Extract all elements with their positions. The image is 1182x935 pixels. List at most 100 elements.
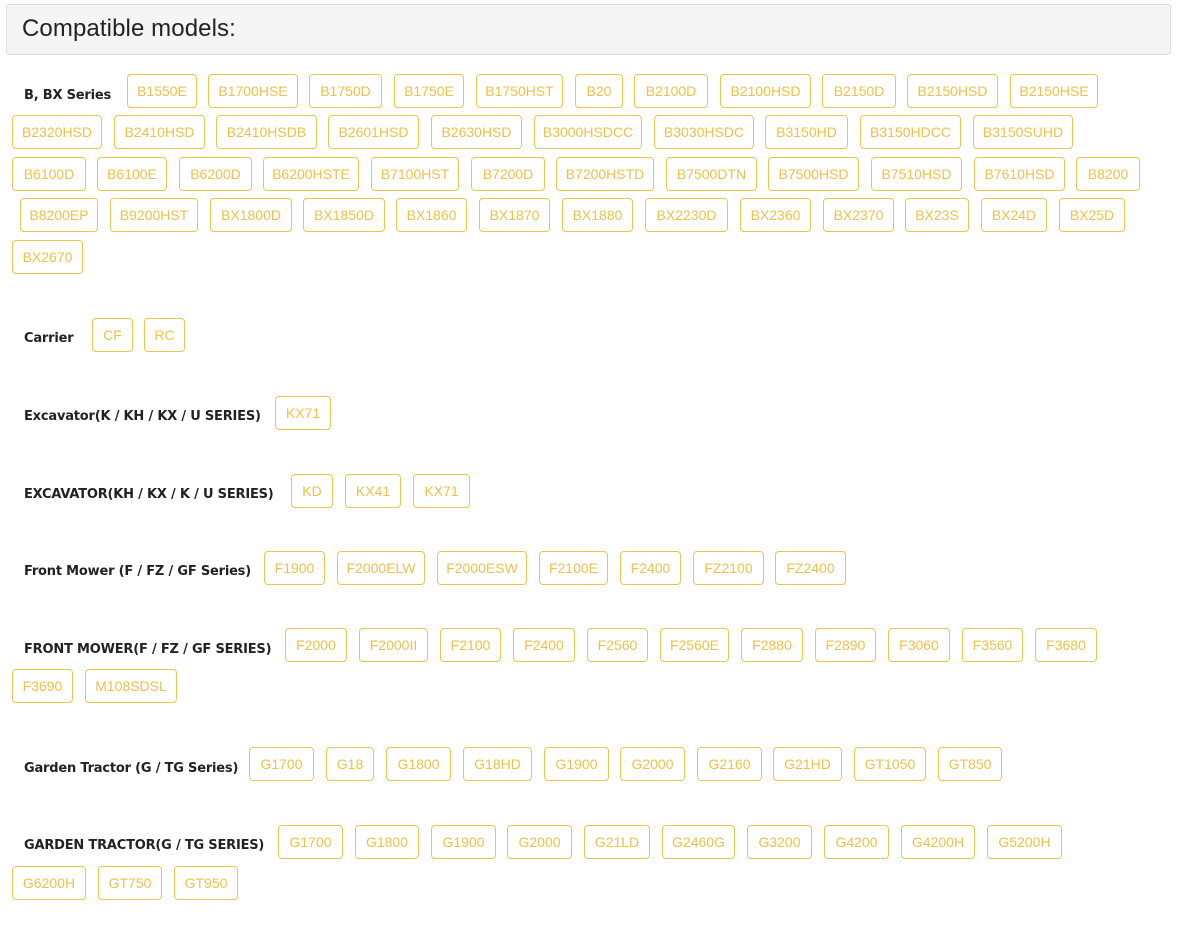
model-tag[interactable]: F2100E: [539, 551, 608, 585]
group-label-front-mower-upper: FRONT MOWER(F / FZ / GF SERIES): [24, 642, 272, 657]
model-tag[interactable]: F3060: [888, 628, 950, 662]
model-tag[interactable]: BX1860: [396, 198, 467, 232]
model-tag[interactable]: M108SDSL: [85, 669, 177, 703]
model-tag[interactable]: B2320HSD: [12, 115, 102, 149]
model-tag[interactable]: G4200H: [901, 825, 975, 859]
model-tag[interactable]: B3150HD: [765, 115, 848, 149]
model-tag[interactable]: F2880: [741, 628, 803, 662]
model-tag[interactable]: BX2670: [12, 240, 83, 274]
model-tag[interactable]: B6200HSTE: [263, 157, 359, 191]
model-tag[interactable]: F2000ESW: [437, 551, 527, 585]
model-tag[interactable]: GT750: [98, 866, 162, 900]
model-tag[interactable]: G21HD: [773, 747, 842, 781]
model-tag[interactable]: GT1050: [854, 747, 926, 781]
model-tag[interactable]: BX2230D: [645, 198, 728, 232]
model-tag[interactable]: G6200H: [12, 866, 86, 900]
model-tag[interactable]: B3000HSDCC: [534, 115, 642, 149]
model-tag[interactable]: KD: [291, 474, 333, 508]
group-label-garden-tractor-upper: GARDEN TRACTOR(G / TG SERIES): [24, 838, 265, 853]
model-tag[interactable]: KX71: [413, 474, 470, 508]
model-tag[interactable]: G1700: [278, 825, 343, 859]
model-tag[interactable]: G2000: [507, 825, 572, 859]
model-tag[interactable]: B1700HSE: [208, 74, 298, 108]
model-tag[interactable]: G18HD: [463, 747, 532, 781]
model-tag[interactable]: B1750D: [309, 74, 382, 108]
model-tag[interactable]: B2630HSD: [431, 115, 522, 149]
model-tag[interactable]: BX25D: [1059, 198, 1125, 232]
model-tag[interactable]: B2410HSDB: [216, 115, 317, 149]
model-tag[interactable]: B7610HSD: [974, 157, 1065, 191]
model-tag[interactable]: G1900: [544, 747, 609, 781]
model-tag[interactable]: FZ2100: [693, 551, 764, 585]
model-tag[interactable]: F2000II: [359, 628, 428, 662]
model-tag[interactable]: BX1880: [562, 198, 633, 232]
model-tag[interactable]: B2150HSE: [1010, 74, 1098, 108]
group-label-excavator-upper: EXCAVATOR(KH / KX / K / U SERIES): [24, 487, 274, 502]
model-tag[interactable]: F2560E: [660, 628, 729, 662]
model-tag[interactable]: G3200: [747, 825, 812, 859]
model-tag[interactable]: F2000ELW: [337, 551, 425, 585]
model-tag[interactable]: F2400: [513, 628, 575, 662]
model-tag[interactable]: B6100D: [12, 157, 86, 191]
model-tag[interactable]: B2150D: [822, 74, 896, 108]
model-tag[interactable]: G2460G: [662, 825, 735, 859]
model-tag[interactable]: G4200: [824, 825, 889, 859]
model-tag[interactable]: F3690: [12, 669, 73, 703]
model-tag[interactable]: BX1850D: [303, 198, 385, 232]
model-tag[interactable]: BX1800D: [210, 198, 292, 232]
model-tag[interactable]: B8200EP: [20, 198, 98, 232]
model-tag[interactable]: GT850: [938, 747, 1002, 781]
model-tag[interactable]: F2400: [620, 551, 681, 585]
model-tag[interactable]: B6200D: [179, 157, 252, 191]
model-tag[interactable]: B3150HDCC: [860, 115, 961, 149]
model-tag[interactable]: B1750E: [394, 74, 464, 108]
model-tag[interactable]: B7100HST: [371, 157, 459, 191]
model-tag[interactable]: B6100E: [97, 157, 167, 191]
model-tag[interactable]: B3150SUHD: [973, 115, 1073, 149]
model-tag[interactable]: BX23S: [905, 198, 969, 232]
model-tag[interactable]: B7510HSD: [871, 157, 962, 191]
model-tag[interactable]: G21LD: [584, 825, 650, 859]
model-tag[interactable]: F1900: [264, 551, 325, 585]
model-tag[interactable]: F2000: [285, 628, 347, 662]
model-tag[interactable]: F2560: [587, 628, 648, 662]
model-tag[interactable]: B7500DTN: [666, 157, 757, 191]
model-tag[interactable]: B9200HST: [110, 198, 198, 232]
model-tag[interactable]: G5200H: [987, 825, 1062, 859]
model-tag[interactable]: B2150HSD: [907, 74, 998, 108]
model-tag[interactable]: F3680: [1035, 628, 1097, 662]
model-tag[interactable]: B7500HSD: [768, 157, 859, 191]
model-tag[interactable]: BX2360: [740, 198, 811, 232]
model-tag[interactable]: BX1870: [479, 198, 550, 232]
model-tag[interactable]: B2410HSD: [114, 115, 205, 149]
model-tag[interactable]: G1900: [431, 825, 496, 859]
model-tag[interactable]: RC: [144, 318, 185, 352]
model-tag[interactable]: B1750HST: [476, 74, 563, 108]
model-tag[interactable]: G1800: [386, 747, 451, 781]
model-tag[interactable]: G2160: [697, 747, 762, 781]
model-tag[interactable]: B2601HSD: [328, 115, 419, 149]
model-tag[interactable]: F3560: [962, 628, 1023, 662]
model-tag[interactable]: KX41: [345, 474, 401, 508]
model-tag[interactable]: B2100D: [634, 74, 708, 108]
model-tag[interactable]: KX71: [275, 396, 331, 430]
model-tag[interactable]: GT950: [174, 866, 238, 900]
model-tag[interactable]: F2100: [440, 628, 501, 662]
model-tag[interactable]: B7200HSTD: [556, 157, 654, 191]
model-tag[interactable]: BX2370: [823, 198, 894, 232]
section-header: Compatible models:: [6, 4, 1171, 55]
model-tag[interactable]: B20: [575, 74, 623, 108]
model-tag[interactable]: CF: [92, 318, 133, 352]
model-tag[interactable]: BX24D: [981, 198, 1047, 232]
model-tag[interactable]: B8200: [1076, 157, 1140, 191]
model-tag[interactable]: G2000: [620, 747, 685, 781]
model-tag[interactable]: B2100HSD: [720, 74, 811, 108]
model-tag[interactable]: G1700: [249, 747, 314, 781]
model-tag[interactable]: B3030HSDC: [654, 115, 754, 149]
model-tag[interactable]: G1800: [355, 825, 419, 859]
model-tag[interactable]: G18: [326, 747, 374, 781]
model-tag[interactable]: B7200D: [471, 157, 545, 191]
model-tag[interactable]: B1550E: [127, 74, 197, 108]
model-tag[interactable]: FZ2400: [775, 551, 846, 585]
model-tag[interactable]: F2890: [815, 628, 876, 662]
